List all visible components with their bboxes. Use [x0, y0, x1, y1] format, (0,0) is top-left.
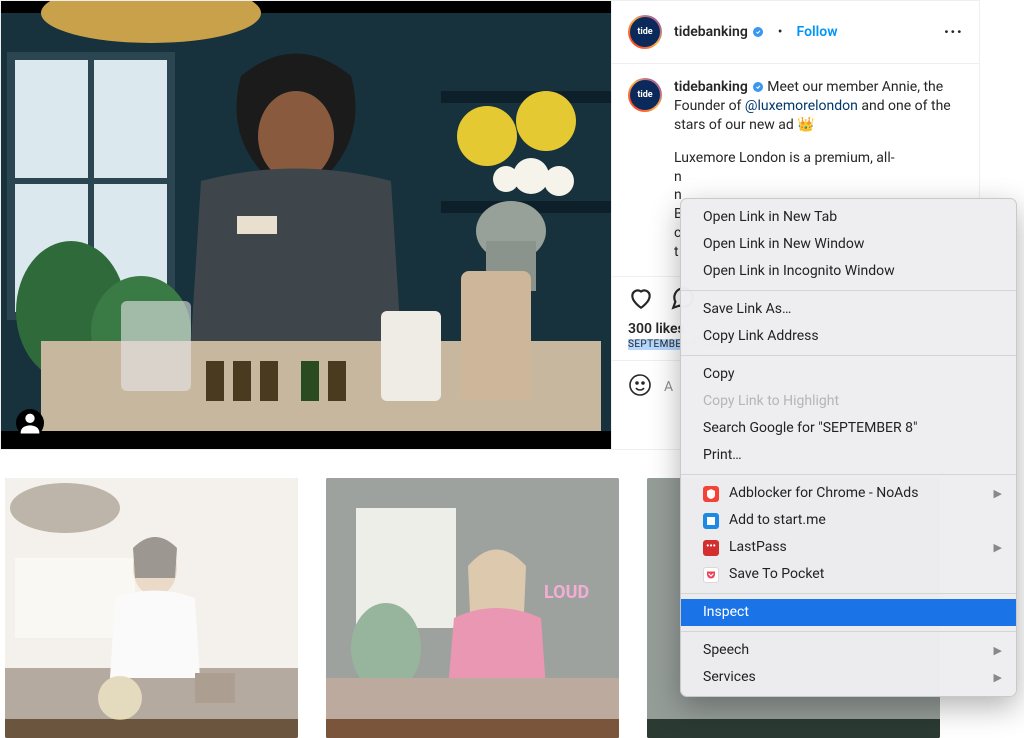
caption-avatar[interactable]: tide	[628, 78, 662, 112]
separator-dot: •	[776, 24, 785, 40]
like-button[interactable]	[628, 285, 654, 315]
post-photo-svg	[1, 1, 611, 449]
caption-username[interactable]: tidebanking	[674, 78, 764, 97]
context-menu-item[interactable]: Services▶	[681, 664, 1016, 691]
context-menu-item[interactable]: Inspect	[681, 599, 1016, 626]
context-menu: Open Link in New TabOpen Link in New Win…	[680, 198, 1017, 697]
post-header: tide tidebanking • Follow ···	[612, 1, 979, 64]
more-options-button[interactable]: ···	[944, 22, 963, 43]
emoji-icon	[628, 373, 652, 397]
verified-badge-icon	[752, 81, 764, 93]
context-menu-item[interactable]: Print…	[681, 442, 1016, 469]
context-menu-item[interactable]: Open Link in New Window	[681, 231, 1016, 258]
tile-thumb: LOUD	[326, 478, 619, 738]
add-comment-input[interactable]: A	[664, 379, 673, 395]
person-icon	[16, 199, 44, 449]
context-menu-item[interactable]: Open Link in New Tab	[681, 204, 1016, 231]
post-image	[1, 1, 611, 449]
emoji-button[interactable]	[628, 373, 652, 401]
tagged-people-button[interactable]	[16, 409, 44, 437]
grid-tile[interactable]: LOUD	[326, 478, 619, 738]
context-menu-item[interactable]: Save Link As…	[681, 296, 1016, 323]
context-menu-item[interactable]: Copy	[681, 361, 1016, 388]
context-menu-item[interactable]: Search Google for "SEPTEMBER 8"	[681, 415, 1016, 442]
tile-thumb	[5, 478, 298, 738]
context-menu-item[interactable]: Open Link in Incognito Window	[681, 258, 1016, 285]
context-menu-item[interactable]: Adblocker for Chrome - NoAds▶	[681, 480, 1016, 507]
caption-mention-link[interactable]: @luxemorelondon	[745, 98, 858, 114]
follow-button[interactable]: Follow	[797, 24, 838, 40]
context-menu-item[interactable]: •••LastPass▶	[681, 534, 1016, 561]
avatar-text: tide	[630, 17, 660, 47]
context-menu-item[interactable]: Add to start.me	[681, 507, 1016, 534]
username-link[interactable]: tidebanking	[674, 24, 764, 40]
context-menu-item[interactable]: Save To Pocket	[681, 561, 1016, 588]
username-text: tidebanking	[674, 24, 748, 40]
date-selected-text: SEPTEMBE	[628, 339, 681, 350]
context-menu-item[interactable]: Speech▶	[681, 637, 1016, 664]
context-menu-item: Copy Link to Highlight	[681, 388, 1016, 415]
grid-tile[interactable]	[5, 478, 298, 738]
heart-icon	[628, 285, 654, 311]
context-menu-item[interactable]: Copy Link Address	[681, 323, 1016, 350]
verified-badge-icon	[752, 26, 764, 38]
avatar[interactable]: tide	[628, 15, 662, 49]
avatar-text: tide	[630, 80, 660, 110]
svg-text:LOUD: LOUD	[544, 582, 589, 603]
